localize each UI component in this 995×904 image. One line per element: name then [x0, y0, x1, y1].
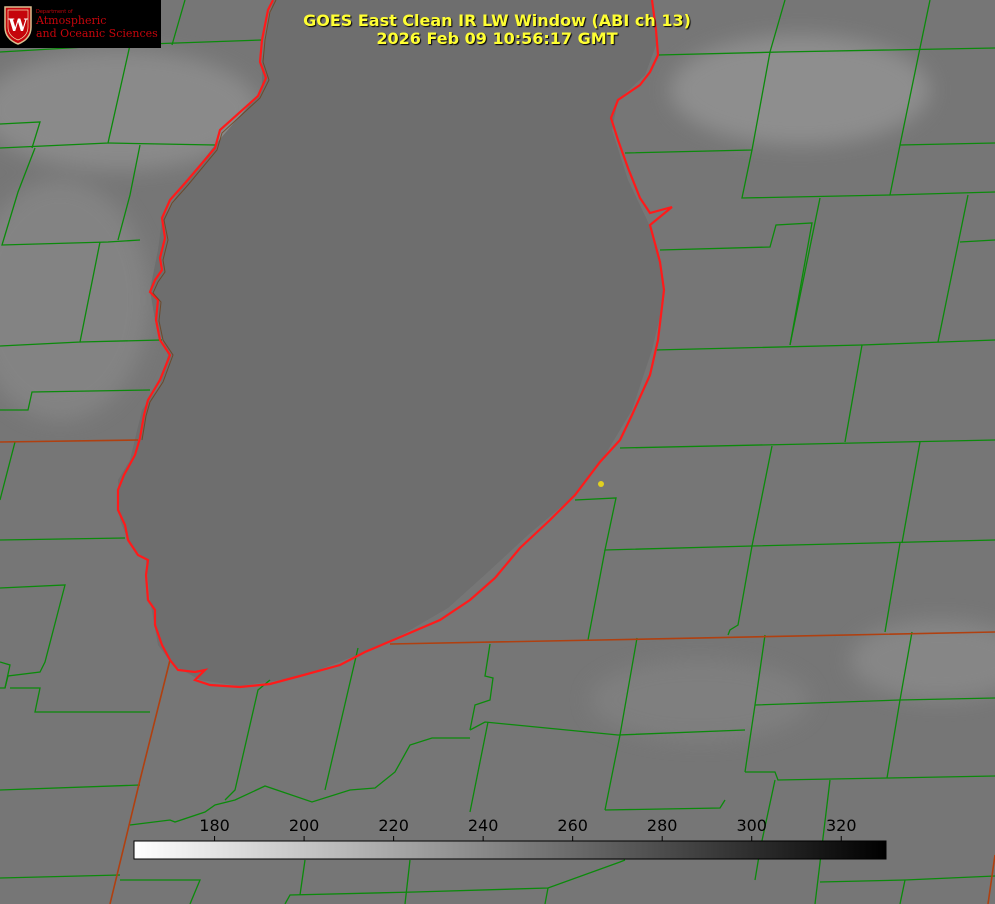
- colorbar-tick-label: 320: [826, 816, 857, 835]
- colorbar-tick-label: 260: [557, 816, 588, 835]
- colorbar-tick-label: 300: [736, 816, 767, 835]
- logo-line1-text: Atmospheric: [36, 14, 107, 27]
- cloud-patch: [590, 660, 810, 740]
- colorbar-tick-label: 280: [647, 816, 678, 835]
- logo-line2-text: and Oceanic Sciences: [36, 27, 158, 40]
- uw-seal-icon: W: [4, 6, 32, 45]
- title-timestamp: 2026 Feb 09 10:56:17 GMT: [376, 29, 618, 48]
- image-title: GOES East Clean IR LW Window (ABI ch 13)…: [240, 12, 754, 48]
- colorbar-tick-label: 200: [289, 816, 320, 835]
- seal-letter: W: [7, 16, 28, 36]
- colorbar-tick-label: 220: [378, 816, 409, 835]
- map-canvas: 180 200 220 240 260 280 300 320: [0, 0, 995, 904]
- title-line1: GOES East Clean IR LW Window (ABI ch 13): [303, 11, 691, 30]
- satellite-map: 180 200 220 240 260 280 300 320 W Department of…: [0, 0, 995, 904]
- colorbar-gradient: [133, 840, 887, 860]
- uw-aos-logo: W Department of Atmospheric and Oceanic …: [0, 0, 161, 48]
- location-marker: [598, 481, 604, 487]
- colorbar-tick-label: 180: [199, 816, 230, 835]
- colorbar-tick-label: 240: [468, 816, 499, 835]
